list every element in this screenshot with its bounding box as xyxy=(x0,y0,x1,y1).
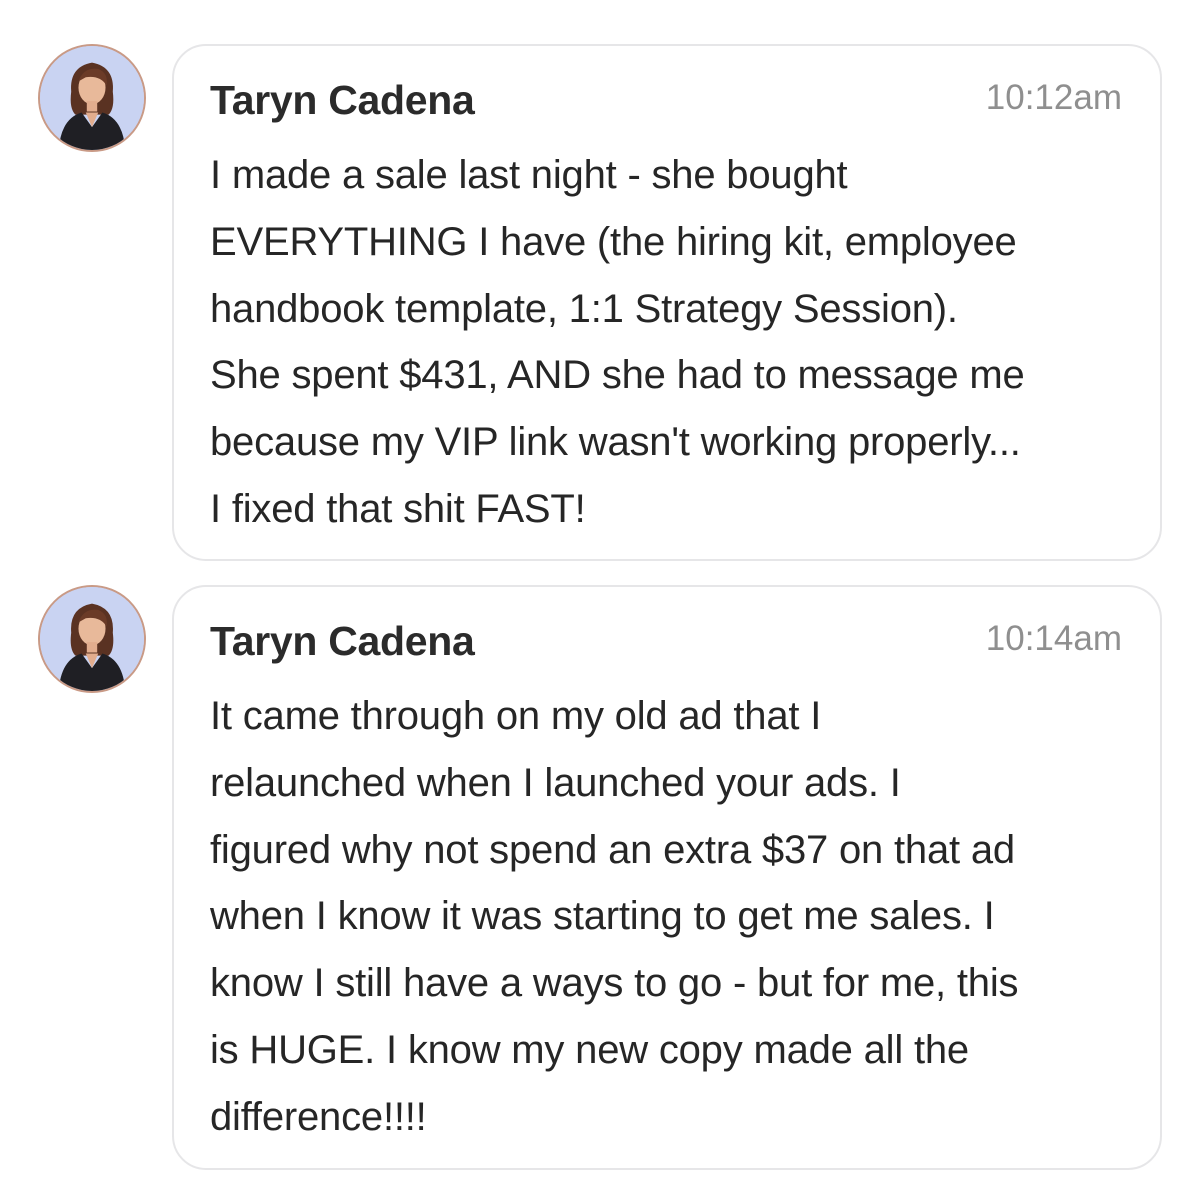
message-text: I made a sale last night - she bought EV… xyxy=(210,142,1140,543)
message-timestamp: 10:14am xyxy=(985,619,1122,658)
message-bubble: Taryn Cadena 10:12am I made a sale last … xyxy=(172,44,1162,561)
message-line: know I still have a ways to go - but for… xyxy=(210,961,1019,1006)
message-line: relaunched when I launched your ads. I xyxy=(210,760,901,805)
sender-name[interactable]: Taryn Cadena xyxy=(210,617,475,665)
message-timestamp: 10:12am xyxy=(985,78,1122,117)
message-line: figured why not spend an extra $37 on th… xyxy=(210,827,1015,872)
sender-name[interactable]: Taryn Cadena xyxy=(210,76,475,124)
avatar[interactable] xyxy=(38,44,146,152)
message-line: handbook template, 1:1 Strategy Session)… xyxy=(210,286,958,331)
message-text: It came through on my old ad that I rela… xyxy=(210,683,1140,1151)
profile-photo-icon xyxy=(40,46,144,150)
message-line: It came through on my old ad that I xyxy=(210,694,822,738)
message-line: I made a sale last night - she bought xyxy=(210,153,848,197)
message-line: because my VIP link wasn't working prope… xyxy=(210,420,1021,465)
message-line: She spent $431, AND she had to message m… xyxy=(210,353,1025,398)
message-line: I fixed that shit FAST! xyxy=(210,486,586,531)
message-line: EVERYTHING I have (the hiring kit, emplo… xyxy=(210,219,1017,264)
message-line: when I know it was starting to get me sa… xyxy=(210,894,995,939)
message-bubble: Taryn Cadena 10:14am It came through on … xyxy=(172,585,1162,1170)
avatar[interactable] xyxy=(38,585,146,693)
message-line: difference!!!! xyxy=(210,1094,427,1139)
profile-photo-icon xyxy=(40,587,144,691)
message-line: is HUGE. I know my new copy made all the xyxy=(210,1027,969,1072)
